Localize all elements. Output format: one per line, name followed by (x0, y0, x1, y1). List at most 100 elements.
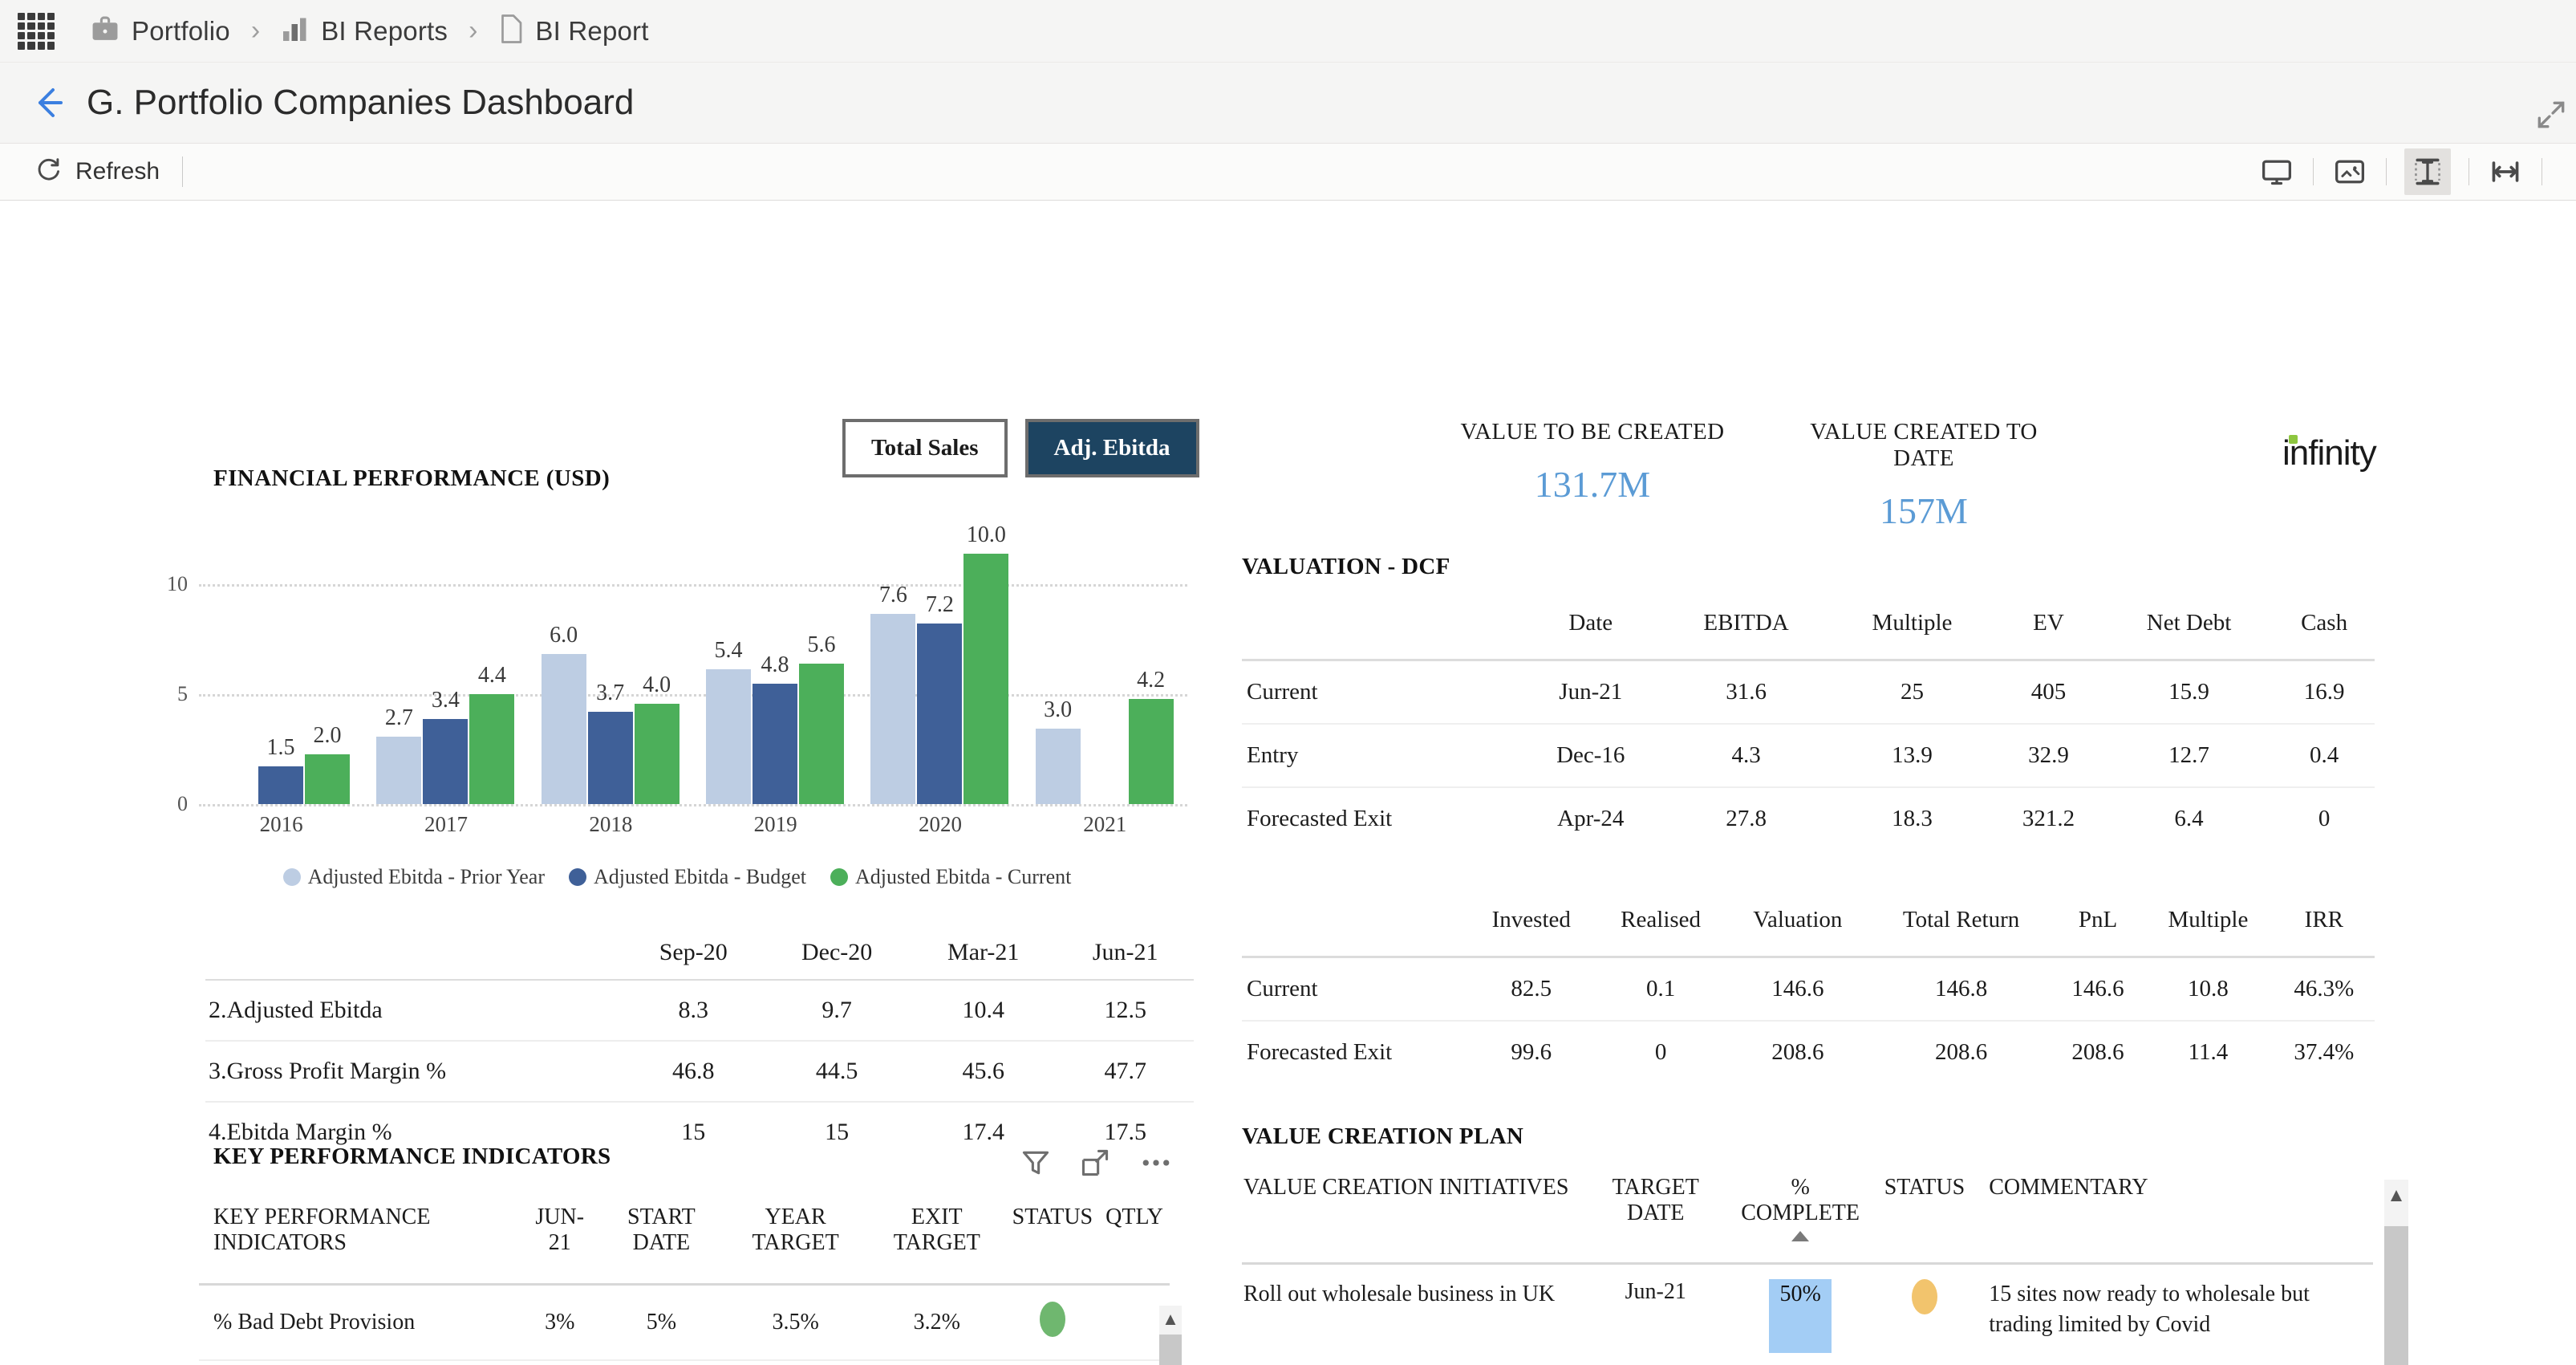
column-header[interactable]: Jun-21 (1057, 923, 1194, 980)
report-toolbar: Refresh (0, 143, 2576, 201)
column-header[interactable]: Date (1520, 602, 1661, 660)
column-header[interactable]: TARGET DATE (1587, 1172, 1725, 1264)
column-header[interactable]: Realised (1596, 899, 1726, 957)
column-header[interactable]: STATUS (1876, 1172, 1973, 1264)
cell-value: 8.3 (678, 997, 709, 1023)
fit-to-width-icon[interactable] (2404, 148, 2451, 195)
bar-2020-budget[interactable]: 7.2 (917, 592, 963, 804)
cell-value: 82.5 (1511, 976, 1552, 1001)
x-axis-tick-2017: 2017 (424, 812, 468, 836)
bar-2020-prior[interactable]: 7.6 (870, 583, 916, 804)
x-axis-tick-2016: 2016 (259, 812, 303, 836)
cell-value: 13.9 (1892, 742, 1933, 768)
column-header[interactable]: JUN-21 (520, 1200, 599, 1285)
scroll-up-arrow[interactable]: ▲ (1159, 1306, 1182, 1333)
bar-2020-current[interactable]: 10.0 (963, 522, 1009, 804)
breadcrumb-item-portfolio[interactable]: Portfolio (90, 15, 230, 47)
table-header: Invested Realised Valuation Total Return PnL… (1242, 899, 2375, 957)
column-header[interactable] (205, 923, 623, 980)
column-header[interactable]: COMMENTARY (1973, 1172, 2373, 1264)
bar-2016-current[interactable]: 2.0 (305, 723, 350, 804)
metric-caption: VALUE CREATED TO DATE (1810, 419, 2038, 471)
legend-item[interactable]: Adjusted Ebitda - Current (830, 865, 1071, 889)
bar-2017-budget[interactable]: 3.4 (423, 688, 469, 804)
back-arrow-icon[interactable] (27, 82, 69, 124)
column-header[interactable] (1242, 899, 1467, 957)
kpi-year-target: 3.5% (772, 1310, 819, 1335)
column-header[interactable] (1242, 602, 1520, 660)
column-header[interactable]: Mar-21 (910, 923, 1057, 980)
chart-legend: Adjusted Ebitda - Prior Year Adjusted Ebi… (185, 865, 1187, 889)
column-header[interactable]: QTLY (1099, 1200, 1170, 1285)
filter-icon[interactable] (1020, 1147, 1052, 1179)
column-header[interactable]: YEAR TARGET (723, 1200, 868, 1285)
x-axis-tick-2020: 2020 (918, 812, 962, 836)
column-header[interactable]: STATUS (1006, 1200, 1099, 1285)
bar-2019-current[interactable]: 5.6 (798, 632, 844, 804)
bar-value-label: 10.0 (966, 522, 1006, 547)
fit-to-page-icon[interactable] (2331, 153, 2368, 190)
scroll-up-arrow[interactable]: ▲ (2384, 1180, 2408, 1212)
bar-value-label: 6.0 (550, 622, 578, 648)
column-header[interactable]: VALUE CREATION INITIATIVES (1242, 1172, 1587, 1264)
toggle-adj-ebitda[interactable]: Adj. Ebitda (1024, 419, 1199, 477)
legend-item[interactable]: Adjusted Ebitda - Budget (569, 865, 806, 889)
column-header[interactable]: Cash (2274, 602, 2375, 660)
bar-2018-budget[interactable]: 3.7 (587, 680, 633, 804)
actual-size-icon[interactable] (2487, 153, 2524, 190)
document-icon (498, 14, 524, 47)
focus-mode-icon[interactable] (1079, 1147, 1111, 1179)
kpi-vertical-scrollbar[interactable]: ▲ ▼ (1159, 1306, 1182, 1365)
status-badge (1006, 1285, 1099, 1361)
bar-2019-prior[interactable]: 5.4 (705, 638, 751, 804)
column-header[interactable]: % COMPLETE (1725, 1172, 1876, 1264)
scrollbar-thumb[interactable] (1159, 1335, 1182, 1365)
column-header[interactable]: Sep-20 (623, 923, 764, 980)
column-header[interactable]: Dec-20 (764, 923, 910, 980)
bar-2018-prior[interactable]: 6.0 (541, 623, 586, 804)
column-header[interactable]: Invested (1467, 899, 1596, 957)
financial-summary-table: Sep-20 Dec-20 Mar-21 Jun-21 2.Adjusted Ebit… (205, 923, 1194, 1162)
bar-2017-current[interactable]: 4.4 (469, 663, 515, 804)
table-header: KEY PERFORMANCE INDICATORS JUN-21 START DA… (199, 1200, 1170, 1285)
kpi-jun21: 3% (545, 1310, 575, 1335)
desktop-view-icon[interactable] (2258, 153, 2295, 190)
app-launcher-icon[interactable] (18, 12, 55, 50)
kpi-name: % Bad Debt Provision (213, 1310, 416, 1335)
vcp-vertical-scrollbar[interactable]: ▲ ▼ (2384, 1180, 2408, 1365)
column-header[interactable]: Multiple (2143, 899, 2274, 957)
more-options-icon[interactable] (1138, 1147, 1174, 1179)
bar-2021-current[interactable]: 4.2 (1128, 668, 1174, 804)
cell-value: 27.8 (1726, 806, 1767, 831)
bar-2017-prior[interactable]: 2.7 (376, 705, 422, 804)
expand-icon[interactable] (2534, 98, 2568, 132)
column-header[interactable]: Total Return (1869, 899, 2053, 957)
column-header[interactable]: EV (1993, 602, 2104, 660)
legend-item[interactable]: Adjusted Ebitda - Prior Year (282, 865, 545, 889)
breadcrumb-item-bi-report[interactable]: BI Report (498, 14, 648, 47)
cell-value: 32.9 (2028, 742, 2069, 768)
column-header[interactable]: EXIT TARGET (868, 1200, 1006, 1285)
refresh-button[interactable]: Refresh (35, 156, 160, 188)
breadcrumb-item-bi-reports[interactable]: BI Reports (281, 15, 448, 47)
logo-accent-dot (2289, 435, 2298, 444)
toggle-total-sales[interactable]: Total Sales (842, 419, 1008, 477)
column-header[interactable]: Multiple (1832, 602, 1993, 660)
column-header-label: VALUE CREATION INITIATIVES (1243, 1175, 1569, 1200)
column-header[interactable]: KEY PERFORMANCE INDICATORS (199, 1200, 520, 1285)
kpi-exit-target: 3.2% (913, 1310, 960, 1335)
column-header[interactable]: PnL (2053, 899, 2143, 957)
column-header[interactable]: EBITDA (1661, 602, 1832, 660)
bar-2021-prior[interactable]: 3.0 (1035, 697, 1081, 804)
column-header-label: COMMENTARY (1989, 1175, 2148, 1200)
cell-value: 11.4 (2188, 1039, 2229, 1065)
bar-2019-budget[interactable]: 4.8 (752, 652, 797, 804)
scrollbar-thumb[interactable] (2384, 1226, 2408, 1365)
column-header[interactable]: IRR (2274, 899, 2375, 957)
column-header[interactable]: Valuation (1726, 899, 1869, 957)
breadcrumb-bar: Portfolio › BI Reports › BI Report (0, 0, 2576, 63)
bar-2018-current[interactable]: 4.0 (634, 672, 679, 804)
column-header[interactable]: START DATE (599, 1200, 723, 1285)
column-header[interactable]: Net Debt (2104, 602, 2274, 660)
bar-2016-budget[interactable]: 1.5 (258, 735, 303, 804)
